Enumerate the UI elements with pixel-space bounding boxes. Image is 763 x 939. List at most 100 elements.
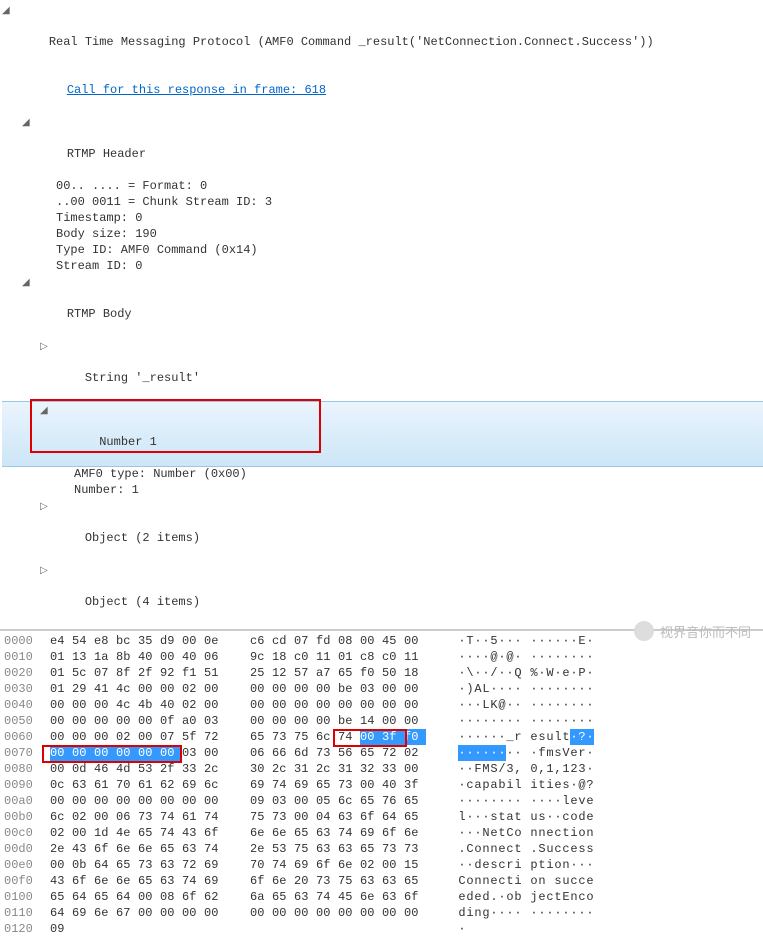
hex-byte[interactable]: 61 [94, 777, 116, 793]
tree-object[interactable]: ▷ Object (4 items) [2, 562, 763, 626]
hex-byte[interactable]: 00 [50, 793, 72, 809]
hex-byte[interactable]: 0c [50, 777, 72, 793]
hex-byte[interactable]: 02 [404, 745, 426, 761]
hex-byte[interactable]: 00 [204, 681, 226, 697]
hex-byte[interactable]: 4e [116, 825, 138, 841]
hex-byte[interactable]: 72 [382, 745, 404, 761]
tree-object[interactable]: ▷ Object (2 items) [2, 498, 763, 562]
hex-row[interactable]: 00400000004c4b4002000000000000000000···L… [4, 697, 759, 713]
hex-byte[interactable]: 00 [272, 697, 294, 713]
hex-byte[interactable]: 00 [160, 793, 182, 809]
hex-byte[interactable]: 00 [160, 745, 182, 761]
hex-byte[interactable]: f0 [404, 729, 426, 745]
hex-byte[interactable]: 74 [316, 889, 338, 905]
hex-byte[interactable]: 00 [72, 729, 94, 745]
hex-byte[interactable]: 00 [360, 905, 382, 921]
hex-byte[interactable]: 00 [50, 761, 72, 777]
hex-byte[interactable]: 30 [250, 761, 272, 777]
hex-byte[interactable]: 73 [404, 841, 426, 857]
hex-byte[interactable]: 6e [94, 905, 116, 921]
tree-field[interactable]: ..00 0011 = Chunk Stream ID: 3 [2, 194, 763, 210]
hex-byte[interactable]: 00 [204, 745, 226, 761]
hex-dump[interactable]: 0000e454e8bc35d9000ec6cd07fd08004500·T··… [0, 629, 763, 939]
hex-byte[interactable]: 00 [94, 713, 116, 729]
hex-byte[interactable]: 00 [50, 697, 72, 713]
hex-byte[interactable]: 4c [116, 681, 138, 697]
hex-byte[interactable]: 00 [250, 905, 272, 921]
hex-byte[interactable]: 00 [316, 697, 338, 713]
tree-field[interactable]: Number: 1 [2, 482, 763, 498]
hex-byte[interactable]: 00 [50, 745, 72, 761]
hex-byte[interactable]: 00 [382, 713, 404, 729]
hex-byte[interactable]: 00 [138, 713, 160, 729]
hex-byte[interactable]: 92 [160, 665, 182, 681]
hex-byte[interactable]: 65 [138, 873, 160, 889]
hex-byte[interactable]: 00 [272, 713, 294, 729]
hex-row[interactable]: 00f0436f6e6e656374696f6e207375636365Conn… [4, 873, 759, 889]
hex-byte[interactable]: be [338, 713, 360, 729]
hex-byte[interactable]: 00 [160, 649, 182, 665]
hex-byte[interactable]: 00 [404, 905, 426, 921]
hex-byte[interactable]: 00 [138, 793, 160, 809]
hex-byte[interactable]: 57 [294, 665, 316, 681]
hex-byte[interactable]: 02 [182, 681, 204, 697]
hex-byte[interactable]: be [338, 681, 360, 697]
hex-byte[interactable]: 4c [116, 697, 138, 713]
hex-byte[interactable]: 2c [204, 761, 226, 777]
hex-byte[interactable]: 08 [338, 633, 360, 649]
hex-byte[interactable]: f1 [182, 665, 204, 681]
hex-byte[interactable]: 00 [116, 793, 138, 809]
hex-byte[interactable]: 69 [72, 905, 94, 921]
hex-byte[interactable]: 65 [294, 825, 316, 841]
hex-row[interactable]: 0070000000000000030006666d7356657202····… [4, 745, 759, 761]
hex-byte[interactable]: 6f [250, 873, 272, 889]
expand-icon[interactable]: ◢ [22, 116, 32, 126]
hex-byte[interactable]: 11 [404, 649, 426, 665]
hex-row[interactable]: 00a00000000000000000090300056c657665····… [4, 793, 759, 809]
hex-byte[interactable]: 29 [72, 681, 94, 697]
hex-byte[interactable]: 00 [160, 905, 182, 921]
hex-byte[interactable]: 6f [182, 889, 204, 905]
hex-byte[interactable]: 65 [404, 809, 426, 825]
hex-byte[interactable]: 6f [404, 889, 426, 905]
hex-byte[interactable]: 12 [272, 665, 294, 681]
hex-byte[interactable]: 64 [382, 809, 404, 825]
hex-row[interactable]: 00e0000b6465736372697074696f6e020015··de… [4, 857, 759, 873]
hex-byte[interactable]: 13 [72, 649, 94, 665]
hex-byte[interactable]: 74 [272, 777, 294, 793]
hex-byte[interactable]: 63 [338, 809, 360, 825]
hex-byte[interactable]: 00 [250, 681, 272, 697]
tree-number-selected[interactable]: ◢ Number 1 [2, 401, 763, 467]
hex-byte[interactable]: 6e [250, 825, 272, 841]
hex-byte[interactable]: 75 [338, 873, 360, 889]
hex-byte[interactable]: 50 [382, 665, 404, 681]
hex-row[interactable]: 00b06c0200067374617475730004636f6465l···… [4, 809, 759, 825]
tree-root[interactable]: ◢ Real Time Messaging Protocol (AMF0 Com… [2, 2, 763, 66]
hex-byte[interactable]: 53 [272, 841, 294, 857]
hex-byte[interactable]: 65 [138, 825, 160, 841]
hex-byte[interactable]: 51 [204, 665, 226, 681]
hex-byte[interactable]: 31 [294, 761, 316, 777]
hex-byte[interactable]: 01 [50, 649, 72, 665]
hex-byte[interactable]: a7 [316, 665, 338, 681]
hex-byte[interactable]: c0 [382, 649, 404, 665]
hex-byte[interactable]: 00 [138, 745, 160, 761]
hex-byte[interactable]: 70 [116, 777, 138, 793]
collapse-icon[interactable]: ▷ [40, 500, 50, 510]
hex-byte[interactable]: 6f [360, 809, 382, 825]
hex-byte[interactable]: 08 [160, 889, 182, 905]
hex-byte[interactable]: 63 [360, 873, 382, 889]
hex-byte[interactable]: 74 [338, 825, 360, 841]
hex-byte[interactable]: 11 [316, 649, 338, 665]
hex-byte[interactable]: 6e [272, 873, 294, 889]
hex-byte[interactable]: 74 [204, 809, 226, 825]
hex-byte[interactable]: 5c [72, 665, 94, 681]
hex-byte[interactable]: 65 [360, 745, 382, 761]
hex-byte[interactable]: 07 [94, 665, 116, 681]
hex-byte[interactable]: 66 [272, 745, 294, 761]
hex-byte[interactable]: 00 [360, 777, 382, 793]
tree-link-row[interactable]: Call for this response in frame: 618 [2, 66, 763, 114]
hex-byte[interactable]: 74 [272, 857, 294, 873]
hex-byte[interactable]: 6e [404, 825, 426, 841]
hex-byte[interactable]: 00 [404, 697, 426, 713]
